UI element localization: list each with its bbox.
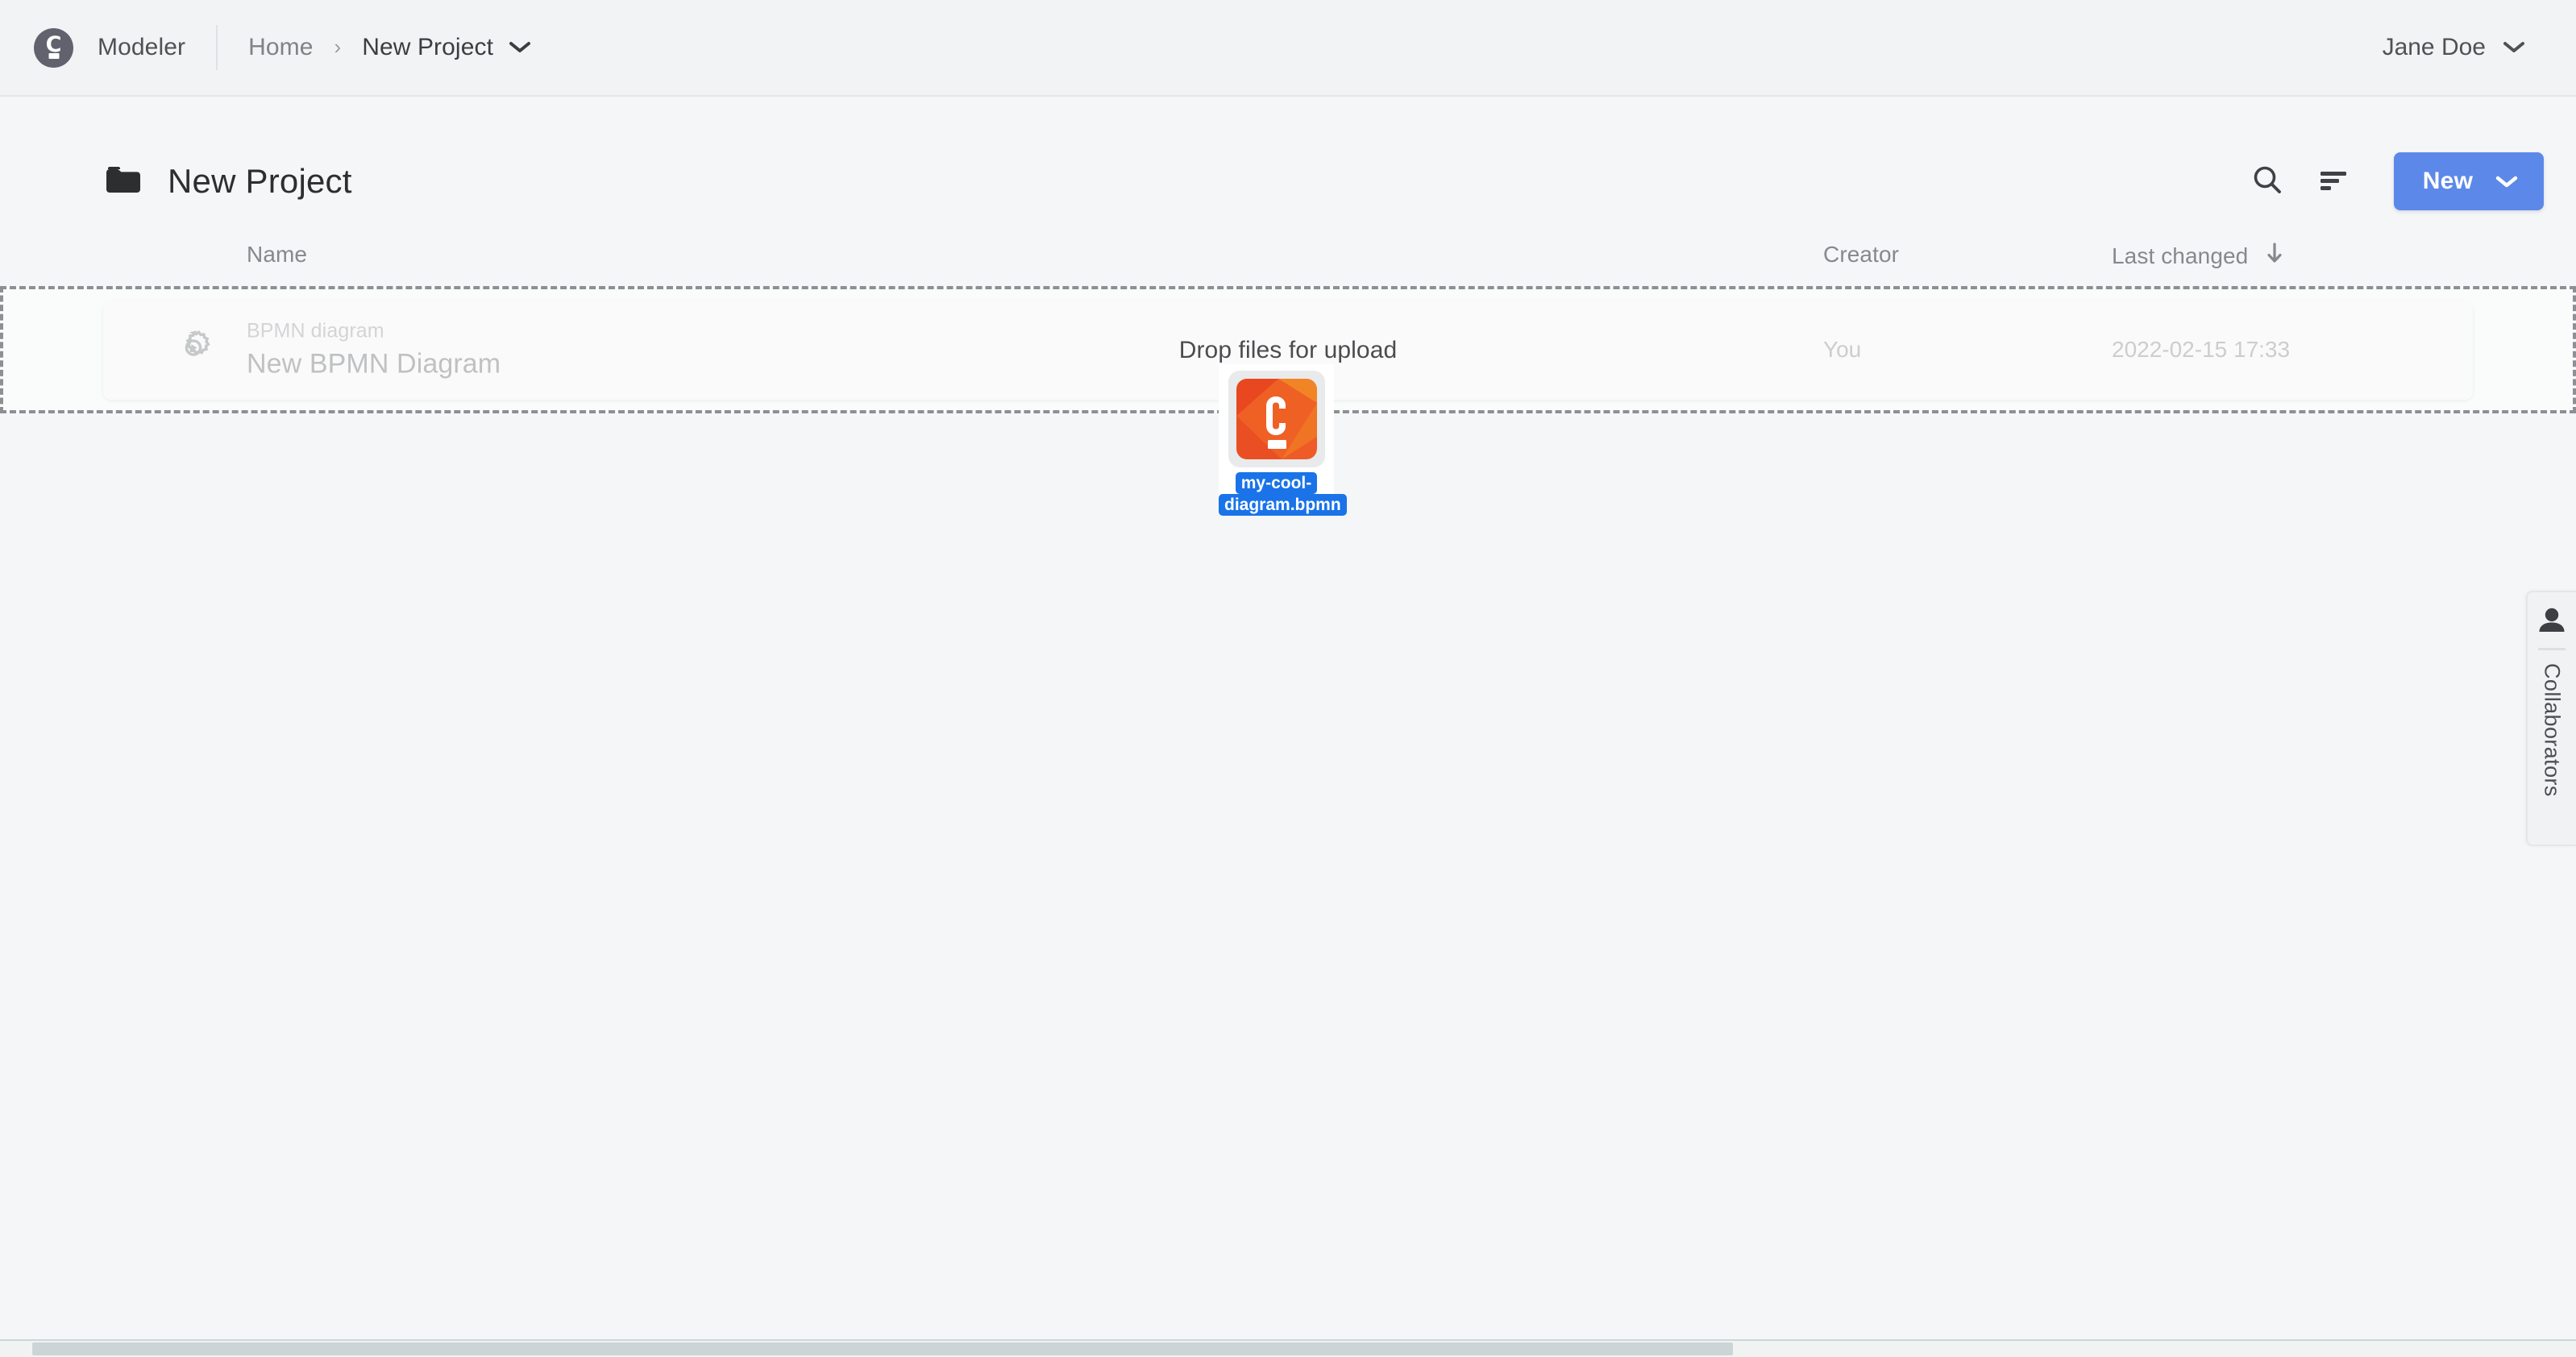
new-button[interactable]: New bbox=[2394, 152, 2544, 210]
arrow-down-icon bbox=[2266, 242, 2283, 270]
drag-ghost-filename-line-1: my-cool- bbox=[1235, 472, 1318, 494]
bpmn-process-icon bbox=[176, 330, 211, 370]
page-title: New Project bbox=[168, 162, 352, 200]
page-title-group: New Project bbox=[105, 162, 352, 201]
sort-icon bbox=[2317, 167, 2350, 197]
search-icon bbox=[2250, 164, 2284, 200]
table-row-name: New BPMN Diagram bbox=[247, 348, 501, 380]
drag-ghost-filename-line-2: diagram.bpmn bbox=[1219, 494, 1347, 516]
horizontal-scrollbar-track[interactable] bbox=[0, 1339, 2576, 1357]
camunda-logo-letter: C bbox=[45, 31, 62, 57]
table-header-row: Name Creator Last changed bbox=[0, 242, 2576, 284]
user-menu[interactable]: Jane Doe bbox=[2383, 34, 2541, 61]
navbar-divider bbox=[216, 25, 218, 70]
column-header-creator[interactable]: Creator bbox=[1823, 242, 1899, 268]
column-header-name[interactable]: Name bbox=[247, 242, 307, 268]
drag-ghost: my-cool- diagram.bpmn bbox=[1219, 364, 1347, 516]
user-name: Jane Doe bbox=[2382, 34, 2486, 60]
chevron-down-icon bbox=[2503, 41, 2524, 54]
brand-name: Modeler bbox=[98, 34, 186, 60]
collaborators-label: Collaborators bbox=[2540, 663, 2565, 797]
collaborators-divider bbox=[2538, 648, 2566, 650]
chevron-down-icon bbox=[2495, 168, 2518, 195]
table-row-kind: BPMN diagram bbox=[247, 319, 384, 342]
sort-button[interactable] bbox=[2307, 155, 2360, 208]
camunda-logo-icon[interactable]: C bbox=[34, 27, 73, 68]
breadcrumb-item-current[interactable]: New Project bbox=[362, 34, 493, 61]
column-header-last-changed[interactable]: Last changed bbox=[2112, 242, 2283, 270]
camunda-bpmn-file-icon bbox=[1236, 379, 1317, 459]
person-icon bbox=[2537, 607, 2566, 638]
app-root: C Modeler Home › New Project Jane Doe Ne… bbox=[0, 0, 2576, 1357]
header-actions: New bbox=[2241, 152, 2544, 210]
drag-ghost-icon-container bbox=[1228, 371, 1325, 467]
top-navbar: C Modeler Home › New Project Jane Doe bbox=[0, 0, 2576, 97]
search-button[interactable] bbox=[2241, 155, 2294, 208]
brand[interactable]: C Modeler bbox=[34, 27, 186, 68]
camunda-logo-bar bbox=[48, 52, 59, 59]
column-header-last-changed-label: Last changed bbox=[2112, 243, 2249, 268]
table-row-name-cell: BPMN diagram New BPMN Diagram bbox=[247, 320, 501, 380]
breadcrumb-separator-icon: › bbox=[334, 34, 342, 59]
new-button-label: New bbox=[2422, 168, 2474, 194]
breadcrumb: Home › New Project bbox=[248, 34, 531, 61]
table-row-creator: You bbox=[1823, 337, 1862, 362]
table-row-last-changed: 2022-02-15 17:33 bbox=[2112, 337, 2291, 362]
drag-ghost-filename: my-cool- diagram.bpmn bbox=[1219, 472, 1347, 516]
page-header: New Project New bbox=[0, 137, 2576, 226]
folder-icon bbox=[105, 164, 142, 199]
breadcrumb-item-home[interactable]: Home bbox=[248, 34, 313, 61]
collaborators-panel-toggle[interactable]: Collaborators bbox=[2526, 591, 2576, 846]
chevron-down-icon[interactable] bbox=[509, 41, 531, 54]
horizontal-scrollbar-thumb[interactable] bbox=[32, 1342, 1733, 1355]
